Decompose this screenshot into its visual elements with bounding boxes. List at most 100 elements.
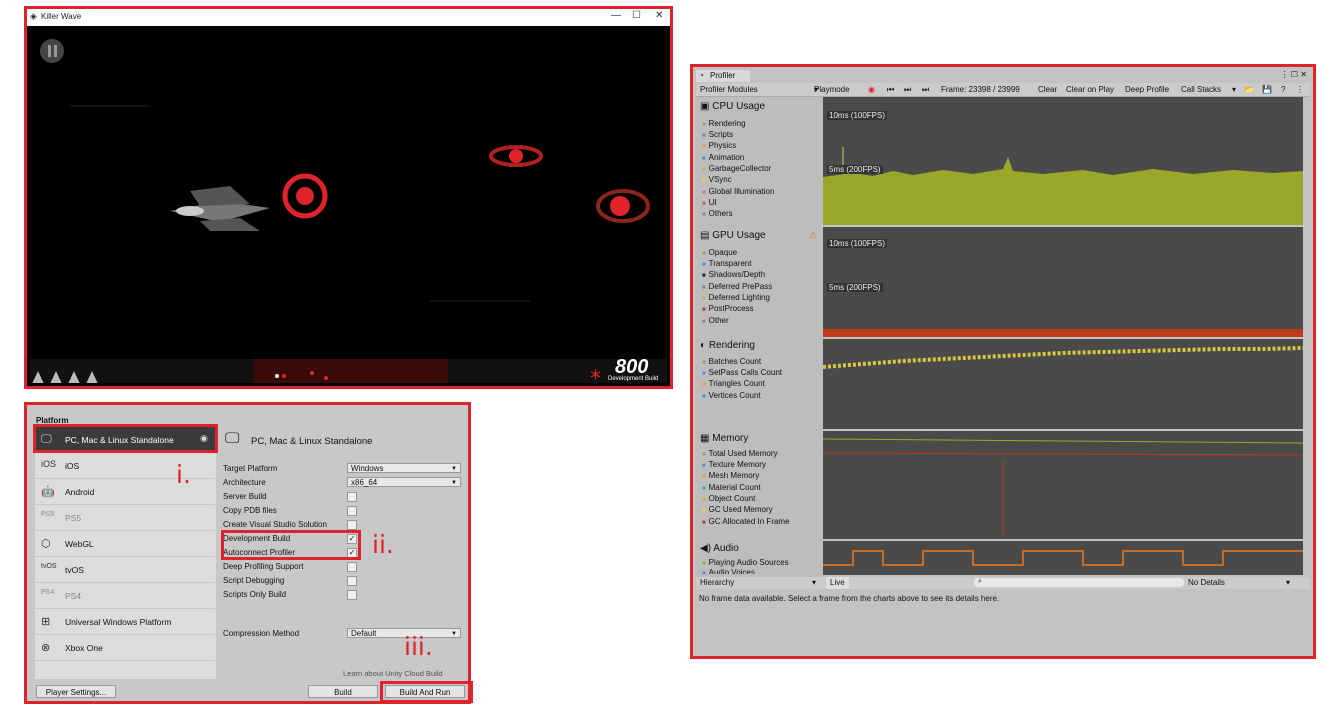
current-frame-icon[interactable]: ⏭ xyxy=(922,83,929,96)
platform-label: PS4 xyxy=(65,591,82,601)
live-button[interactable]: Live xyxy=(826,577,849,589)
module-item[interactable]: Texture Memory xyxy=(702,460,766,469)
memory-icon: ▦ xyxy=(700,433,710,444)
module-item[interactable]: Animation xyxy=(702,153,745,162)
minimize-button[interactable]: — xyxy=(611,10,621,21)
cloud-build-link[interactable]: Learn about Unity Cloud Build xyxy=(343,669,443,678)
module-item[interactable]: Audio Voices xyxy=(702,568,755,574)
platform-item-xbox[interactable]: ⊗ Xbox One xyxy=(35,635,215,661)
compression-label: Compression Method xyxy=(223,629,300,638)
playmode-dropdown[interactable]: Playmode ▾ xyxy=(814,83,850,96)
memory-chart[interactable] xyxy=(822,431,1304,539)
frame-counter: Frame: 23398 / 23999 xyxy=(941,85,1020,94)
cpu-chart[interactable]: 10ms (100FPS) 5ms (200FPS) xyxy=(823,97,1303,225)
module-item[interactable]: Other xyxy=(702,316,729,325)
chevron-down-icon[interactable]: ▾ xyxy=(1286,577,1290,589)
details-dropdown[interactable]: No Details xyxy=(1188,577,1225,589)
maximize-button[interactable]: ☐ xyxy=(632,10,641,21)
module-item[interactable]: UI xyxy=(702,198,717,207)
step-forward-icon[interactable]: ⏭ xyxy=(904,83,911,96)
game-title: Killer Wave xyxy=(41,12,82,21)
platform-label: Universal Windows Platform xyxy=(65,617,172,627)
call-stacks-button[interactable]: Call Stacks xyxy=(1181,83,1221,96)
module-item[interactable]: Mesh Memory xyxy=(702,471,760,480)
module-item[interactable]: Deferred PrePass xyxy=(702,282,773,291)
chevron-down-icon: ▼ xyxy=(451,466,457,472)
step-back-icon[interactable]: ⏮ xyxy=(887,83,894,96)
server-build-checkbox[interactable] xyxy=(347,492,357,502)
architecture-dropdown[interactable]: x86_64 ▼ xyxy=(347,477,461,487)
cpu-icon: ▣ xyxy=(700,101,710,112)
create-vs-solution-checkbox[interactable] xyxy=(347,520,357,530)
annotation-box-ii xyxy=(221,530,361,560)
module-item[interactable]: Scripts xyxy=(702,130,733,139)
build-button[interactable]: Build xyxy=(308,685,378,698)
game-window: ◈ Killer Wave — ☐ ✕ * 800 Development Bu… xyxy=(24,6,673,389)
chevron-down-icon[interactable]: ▾ xyxy=(812,577,816,589)
module-item[interactable]: Physics xyxy=(702,141,737,150)
module-item[interactable]: PostProcess xyxy=(702,304,754,313)
tab-profiler[interactable]: ◔ Profiler xyxy=(696,70,750,82)
module-item[interactable]: Batches Count xyxy=(702,357,761,366)
annotation-iii: iii. xyxy=(404,632,433,661)
record-icon[interactable]: ◉ xyxy=(868,83,875,96)
tab-label: Profiler xyxy=(710,71,736,80)
module-item[interactable]: VSync xyxy=(702,175,732,184)
platform-item-webgl[interactable]: ⬡ WebGL xyxy=(35,531,215,557)
dropdown-value: Playmode xyxy=(814,85,850,94)
no-frame-message: No frame data available. Select a frame … xyxy=(699,594,1000,603)
clear-on-play-button[interactable]: Clear on Play xyxy=(1066,83,1114,96)
module-item[interactable]: Shadows/Depth xyxy=(702,270,765,279)
module-title-text: Memory xyxy=(712,433,749,444)
module-item[interactable]: Object Count xyxy=(702,494,756,503)
chevron-down-icon[interactable]: ▾ xyxy=(1232,83,1236,96)
platform-item-tvos[interactable]: tvOS tvOS xyxy=(35,557,215,583)
help-icon[interactable]: ? xyxy=(1281,83,1285,96)
module-title: ◐ Rendering xyxy=(700,340,755,351)
platform-item-ps4[interactable]: PS4 PS4 xyxy=(35,583,215,609)
module-item[interactable]: Vertices Count xyxy=(702,391,761,400)
clear-button[interactable]: Clear xyxy=(1038,83,1057,96)
audio-chart[interactable] xyxy=(823,541,1303,575)
module-item[interactable]: GC Used Memory xyxy=(702,505,773,514)
module-title: ▦ Memory xyxy=(700,433,748,444)
module-item[interactable]: Triangles Count xyxy=(702,379,765,388)
scripts-only-checkbox[interactable] xyxy=(347,590,357,600)
load-icon[interactable]: 📂 xyxy=(1244,83,1254,96)
more-options-icon[interactable]: ⋮ xyxy=(1296,83,1304,96)
module-item[interactable]: Deferred Lighting xyxy=(702,293,770,302)
platform-item-uwp[interactable]: ⊞ Universal Windows Platform xyxy=(35,609,215,635)
save-icon[interactable]: 💾 xyxy=(1262,83,1272,96)
module-item[interactable]: Opaque xyxy=(702,248,737,257)
module-item[interactable]: Transparent xyxy=(702,259,752,268)
module-item[interactable]: Material Count xyxy=(702,483,761,492)
profiler-window: ◔ Profiler ⋮ ☐ ✕ Profiler Modules Playmo… xyxy=(690,64,1316,659)
deep-profiling-checkbox[interactable] xyxy=(347,562,357,572)
deep-profile-button[interactable]: Deep Profile xyxy=(1125,83,1169,96)
player-settings-button[interactable]: Player Settings... xyxy=(36,685,116,698)
search-input[interactable]: ⌕ xyxy=(974,578,1184,587)
module-item[interactable]: SetPass Calls Count xyxy=(702,368,782,377)
script-debugging-checkbox[interactable] xyxy=(347,576,357,586)
copy-pdb-checkbox[interactable] xyxy=(347,506,357,516)
profiler-modules-dropdown[interactable]: Profiler Modules xyxy=(700,83,758,96)
close-button[interactable]: ✕ xyxy=(655,10,663,21)
gpu-chart[interactable]: 10ms (100FPS) 5ms (200FPS) xyxy=(823,227,1303,337)
hierarchy-dropdown[interactable]: Hierarchy xyxy=(700,577,734,589)
annotation-i: i. xyxy=(176,460,191,489)
monitor-icon: 🖵 xyxy=(225,430,240,447)
pause-button[interactable] xyxy=(40,39,64,63)
module-item[interactable]: GC Allocated In Frame xyxy=(702,517,790,526)
module-item[interactable]: Total Used Memory xyxy=(702,449,778,458)
module-item[interactable]: GarbageCollector xyxy=(702,164,772,173)
module-item[interactable]: Others xyxy=(702,209,733,218)
cpu-5ms-label: 5ms (200FPS) xyxy=(827,165,883,174)
platform-item-ps5[interactable]: PS5 PS5 xyxy=(35,505,215,531)
dropdown-value: Default xyxy=(351,629,377,638)
module-item[interactable]: Global Illumination xyxy=(702,187,775,196)
module-item[interactable]: Playing Audio Sources xyxy=(702,558,789,567)
rendering-chart[interactable] xyxy=(822,339,1304,429)
target-platform-dropdown[interactable]: Windows ▼ xyxy=(347,463,461,473)
window-controls-icon[interactable]: ⋮ ☐ ✕ xyxy=(1281,70,1307,79)
module-item[interactable]: Rendering xyxy=(702,119,746,128)
